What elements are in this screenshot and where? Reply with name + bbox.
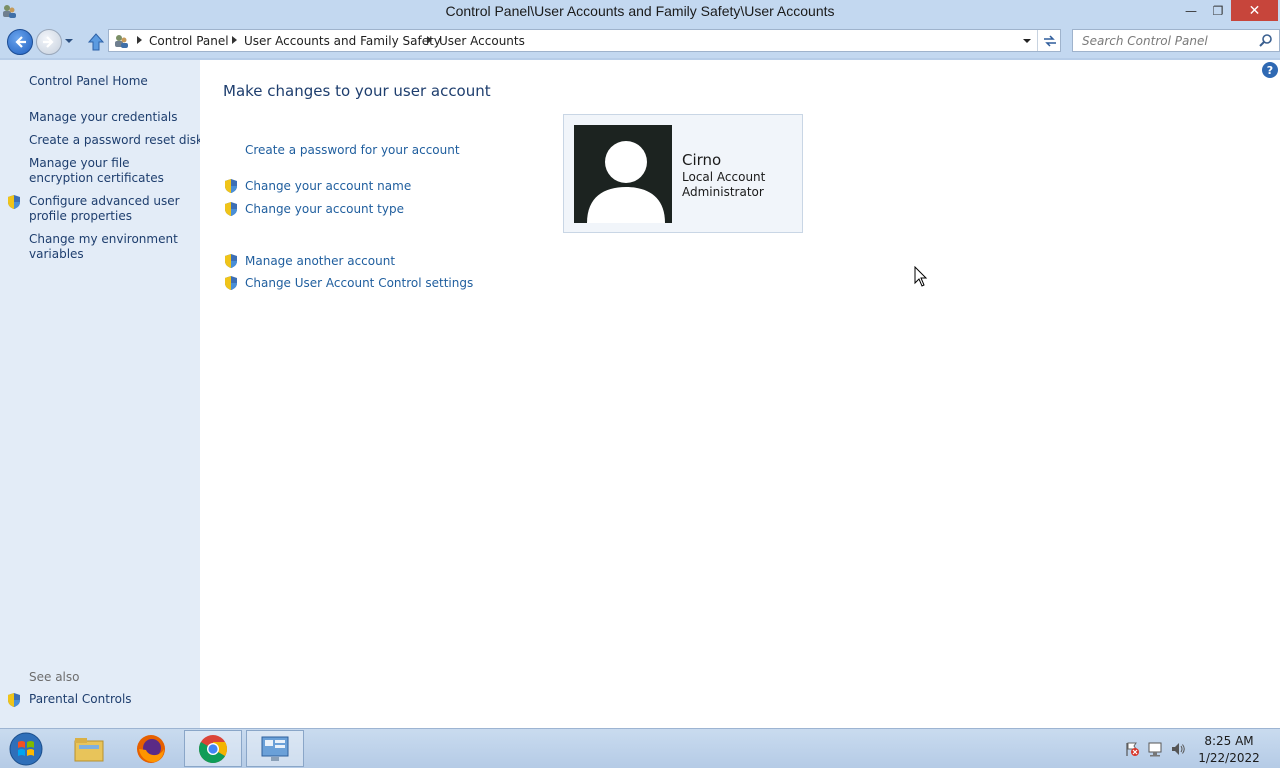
restore-button[interactable]: ❐: [1205, 0, 1231, 21]
task-pane: Control Panel Home Manage your credentia…: [0, 60, 203, 728]
arrow-left-icon: [15, 36, 26, 48]
taskbar-file-explorer[interactable]: [60, 730, 118, 767]
firefox-icon: [137, 734, 165, 763]
change-uac-settings-link[interactable]: Change User Account Control settings: [245, 276, 473, 290]
uac-shield-icon: [8, 693, 20, 707]
page-title: Make changes to your user account: [223, 82, 491, 100]
network-icon[interactable]: [1147, 741, 1163, 757]
chevron-down-icon: [1023, 39, 1031, 43]
start-button[interactable]: [6, 731, 46, 767]
up-arrow-icon[interactable]: [87, 32, 105, 52]
window-title: Control Panel\User Accounts and Family S…: [445, 3, 835, 19]
close-button[interactable]: ✕: [1231, 0, 1278, 21]
create-password-link[interactable]: Create a password for your account: [245, 143, 460, 157]
address-bar[interactable]: Control Panel User Accounts and Family S…: [108, 29, 1061, 52]
refresh-button[interactable]: [1037, 30, 1061, 51]
uac-shield-icon: [8, 195, 20, 209]
recent-pages-dropdown-icon[interactable]: [63, 35, 75, 47]
address-dropdown-button[interactable]: [1019, 33, 1035, 49]
taskbar-control-panel[interactable]: [246, 730, 304, 767]
folder-icon: [74, 737, 104, 761]
chrome-icon: [199, 734, 227, 763]
control-panel-icon: [261, 736, 289, 761]
manage-another-account-link[interactable]: Manage another account: [245, 254, 395, 268]
breadcrumb-user-accounts-family-safety[interactable]: User Accounts and Family Safety: [244, 34, 441, 48]
configure-advanced-profile-link[interactable]: Configure advanced user profile properti…: [29, 194, 194, 224]
taskbar-chrome[interactable]: [184, 730, 242, 767]
user-silhouette-icon: [587, 141, 665, 223]
help-icon[interactable]: ?: [1262, 62, 1278, 78]
uac-shield-icon: [225, 276, 237, 290]
account-type: Local Account: [682, 170, 766, 184]
chevron-right-icon[interactable]: [232, 36, 237, 44]
minimize-button[interactable]: —: [1178, 0, 1204, 21]
chevron-right-icon[interactable]: [427, 36, 432, 44]
change-environment-variables-link[interactable]: Change my environment variables: [29, 232, 194, 262]
forward-button[interactable]: [36, 29, 62, 55]
manage-credentials-link[interactable]: Manage your credentials: [29, 110, 178, 125]
clock-date[interactable]: 1/22/2022: [1190, 751, 1268, 765]
account-role: Administrator: [682, 185, 764, 199]
create-password-reset-disk-link[interactable]: Create a password reset disk: [29, 133, 203, 148]
search-input[interactable]: Search Control Panel: [1072, 29, 1280, 52]
parental-controls-link[interactable]: Parental Controls: [29, 692, 132, 707]
uac-shield-icon: [225, 202, 237, 216]
mouse-cursor-icon: [914, 266, 928, 287]
change-account-name-link[interactable]: Change your account name: [245, 179, 411, 193]
control-panel-icon: [115, 35, 128, 48]
volume-icon[interactable]: [1170, 741, 1186, 757]
breadcrumb-user-accounts[interactable]: User Accounts: [439, 34, 525, 48]
clock-time[interactable]: 8:25 AM: [1190, 734, 1268, 748]
search-placeholder: Search Control Panel: [1082, 34, 1208, 48]
change-account-type-link[interactable]: Change your account type: [245, 202, 404, 216]
uac-shield-icon: [225, 254, 237, 268]
uac-shield-icon: [225, 179, 237, 193]
back-button[interactable]: [7, 29, 33, 55]
main-content: ? Make changes to your user account Crea…: [200, 60, 1280, 728]
user-name: Cirno: [682, 151, 722, 169]
avatar: [574, 125, 672, 223]
taskbar: 8:25 AM 1/22/2022: [0, 728, 1280, 768]
control-panel-home-link[interactable]: Control Panel Home: [29, 74, 148, 89]
windows-logo-icon: [9, 732, 43, 766]
chevron-right-icon[interactable]: [137, 36, 142, 44]
title-bar: Control Panel\User Accounts and Family S…: [0, 0, 1280, 25]
action-center-flag-icon[interactable]: [1124, 741, 1140, 757]
refresh-icon: [1043, 34, 1056, 47]
breadcrumb-control-panel[interactable]: Control Panel: [149, 34, 229, 48]
see-also-heading: See also: [29, 670, 80, 684]
arrow-right-icon: [43, 36, 54, 48]
search-icon[interactable]: [1258, 33, 1274, 49]
manage-file-encryption-link[interactable]: Manage your file encryption certificates: [29, 156, 194, 186]
taskbar-firefox[interactable]: [122, 730, 180, 767]
user-account-tile: Cirno Local Account Administrator: [563, 114, 803, 233]
